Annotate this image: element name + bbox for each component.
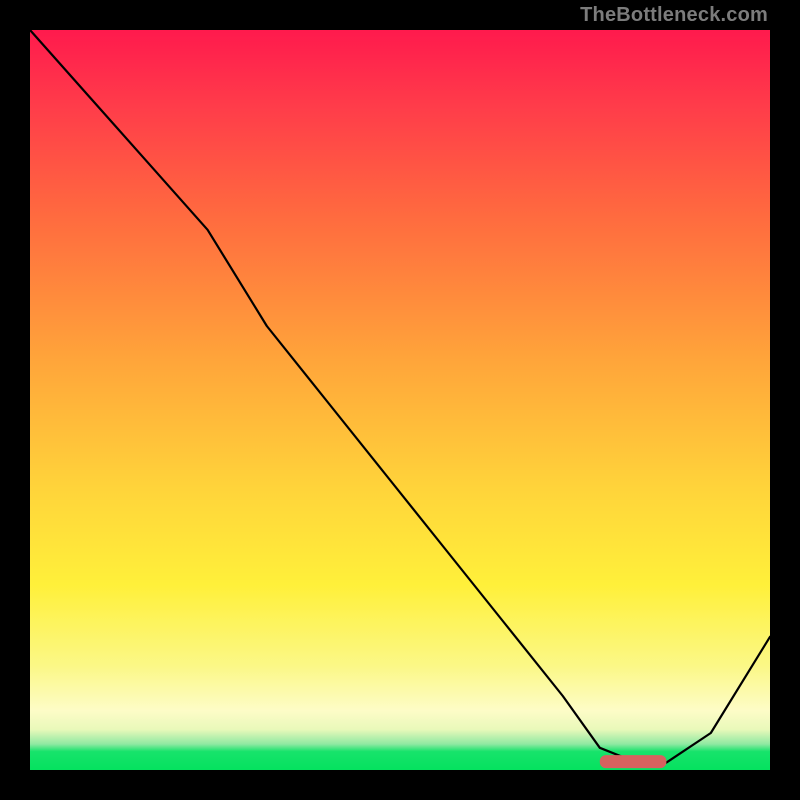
chart-frame: TheBottleneck.com — [0, 0, 800, 800]
watermark-text: TheBottleneck.com — [580, 4, 768, 27]
bottleneck-curve — [30, 30, 770, 763]
optimal-range-marker — [600, 755, 667, 768]
chart-overlay-svg — [30, 30, 770, 770]
